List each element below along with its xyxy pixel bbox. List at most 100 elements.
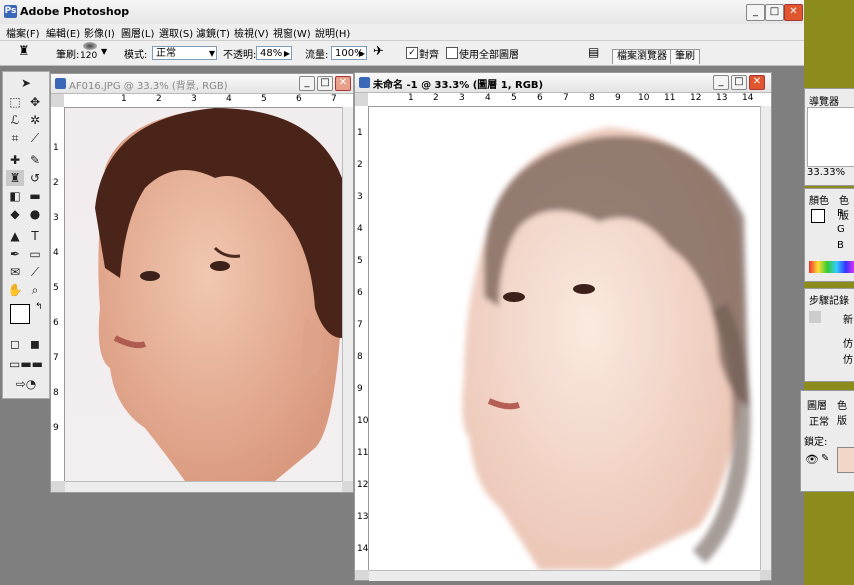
screen-mode-icon[interactable]: ▭▬▬ [6,356,46,372]
ruler-tick: 9 [53,423,59,433]
menu-select[interactable]: 選取(S) [159,25,193,40]
marquee-tool-icon[interactable]: ⬚ [6,94,24,110]
ruler-tick: 6 [537,93,543,103]
blur-tool-icon[interactable]: ◆ [6,206,24,222]
navigator-thumbnail[interactable] [807,107,854,167]
doc-close-button[interactable]: ✕ [749,75,765,90]
canvas-photo-portrait[interactable] [65,108,342,481]
tab-color[interactable]: 顏色 [809,192,829,207]
ruler-tick: 7 [357,320,363,330]
healing-brush-icon[interactable]: ✚ [6,152,24,168]
all-layers-checkbox[interactable] [446,47,458,59]
brush-tool-icon[interactable]: ✎ [26,152,44,168]
vertical-scrollbar[interactable] [342,107,353,481]
layer-blend-mode[interactable]: 正常 [809,413,829,428]
type-tool-icon[interactable]: T [26,228,44,244]
magic-wand-icon[interactable]: ✲ [26,112,44,128]
vertical-scrollbar[interactable] [760,106,771,570]
photoshop-window: Ps Adobe Photoshop _ □ ✕ 檔案(F) 編輯(E) 影像(… [0,0,854,585]
tab-file-browser[interactable]: 檔案瀏覽器 [612,49,672,64]
gradient-tool-icon[interactable]: ▬ [26,188,44,204]
doc-minimize-button[interactable]: _ [299,76,315,91]
menu-view[interactable]: 檢視(V) [234,25,269,40]
toolbox: ➤ ⬚ ✥ ℒ ✲ ⌗ ⟋ ✚ ✎ ♜ ↺ ◧ ▬ ◆ ● ▲ T ✒ ▭ ✉ … [2,71,50,399]
swap-colors-icon[interactable]: ↰ [35,302,43,312]
vertical-ruler: 1 2 3 4 5 6 7 8 9 [51,107,65,481]
history-brush-icon[interactable] [809,311,821,323]
foreground-color-swatch[interactable] [10,304,30,324]
document-window-untitled: 未命名 -1 @ 33.3% (圖層 1, RGB) _ □ ✕ 1 2 3 4… [354,72,772,581]
maximize-button[interactable]: □ [765,4,784,21]
canvas-cloned-portrait[interactable] [369,107,760,570]
brush-preview-icon[interactable] [83,42,97,50]
color-spectrum-bar[interactable] [809,261,854,273]
doc-minimize-button[interactable]: _ [713,75,729,90]
move-tool-icon[interactable]: ✥ [26,94,44,110]
eyedropper-icon[interactable]: ⟋ [26,264,44,280]
history-item-new[interactable]: 新 [843,311,853,326]
jump-to-imageready-icon[interactable]: ⇨◔ [6,376,46,392]
horizontal-scrollbar[interactable] [65,481,342,492]
tab-brushes[interactable]: 筆刷 [670,49,700,64]
menu-edit[interactable]: 編輯(E) [46,25,80,40]
quick-mask-icon[interactable]: ◼ [26,336,44,352]
brush-link-icon[interactable]: ✎ [821,453,829,464]
mode-select[interactable]: 正常 ▼ [152,46,217,60]
doc-maximize-button[interactable]: □ [317,76,333,91]
menu-file[interactable]: 檔案(F) [6,25,40,40]
layers-panel: 圖層 色版 正常 鎖定: 👁 ✎ [800,390,854,492]
tab-channels[interactable]: 色版 [837,397,854,427]
ruler-tick: 1 [408,93,414,103]
menu-image[interactable]: 影像(I) [84,25,115,40]
ruler-tick: 3 [191,94,197,104]
flow-label: 流量: [305,50,329,61]
pen-tool-icon[interactable]: ✒ [6,246,24,262]
color-fg-swatch[interactable] [811,209,825,223]
lasso-tool-icon[interactable]: ℒ [6,112,24,128]
opacity-field[interactable]: 48% ▶ [256,46,292,60]
clone-stamp-icon[interactable]: ♜ [18,44,30,59]
menu-help[interactable]: 說明(H) [315,25,350,40]
eraser-tool-icon[interactable]: ◧ [6,188,24,204]
notes-tool-icon[interactable]: ✉ [6,264,24,280]
menu-filter[interactable]: 濾鏡(T) [196,25,230,40]
title-bar: Ps Adobe Photoshop _ □ ✕ [0,0,804,25]
aligned-checkbox[interactable]: ✓ [406,47,418,59]
slice-tool-icon[interactable]: ⟋ [26,130,44,146]
toolbox-header-icon[interactable]: ➤ [6,75,46,91]
eye-icon[interactable]: 👁 [805,453,819,466]
brush-dropdown-icon[interactable]: ▼ [101,47,107,56]
ruler-tick: 3 [53,213,59,223]
tab-layers[interactable]: 圖層 [807,397,827,412]
ruler-tick: 4 [485,93,491,103]
tab-navigator[interactable]: 導覽器 [809,93,839,108]
layer-thumbnail[interactable] [837,447,854,473]
horizontal-scrollbar[interactable] [369,570,760,581]
airbrush-icon[interactable]: ✈ [373,44,384,59]
crop-tool-icon[interactable]: ⌗ [6,130,24,146]
doc-close-button[interactable]: ✕ [335,76,351,91]
dodge-tool-icon[interactable]: ● [26,206,44,222]
palette-well-icon[interactable]: ▤ [588,45,599,59]
minimize-button[interactable]: _ [746,4,765,21]
zoom-tool-icon[interactable]: ⌕ [26,282,44,298]
photoshop-icon: Ps [4,5,17,18]
history-item-clone[interactable]: 仿 [843,335,853,350]
standard-mode-icon[interactable]: ◻ [6,336,24,352]
history-item-clone[interactable]: 仿 [843,351,853,366]
path-select-icon[interactable]: ▲ [6,228,24,244]
flow-field[interactable]: 100% ▶ [331,46,367,60]
menu-layer[interactable]: 圖層(L) [121,25,154,40]
close-button[interactable]: ✕ [784,4,803,21]
doc-maximize-button[interactable]: □ [731,75,747,90]
shape-tool-icon[interactable]: ▭ [26,246,44,262]
ruler-tick: 2 [156,94,162,104]
ruler-tick: 1 [357,128,363,138]
navigator-zoom[interactable]: 33.33% [807,167,845,178]
history-brush-icon[interactable]: ↺ [26,170,44,186]
menu-window[interactable]: 視窗(W) [273,25,311,40]
clone-stamp-tool-icon[interactable]: ♜ [6,170,24,186]
hand-tool-icon[interactable]: ✋ [6,282,24,298]
tab-history[interactable]: 步驟記錄 [809,292,849,307]
ruler-tick: 4 [53,248,59,258]
